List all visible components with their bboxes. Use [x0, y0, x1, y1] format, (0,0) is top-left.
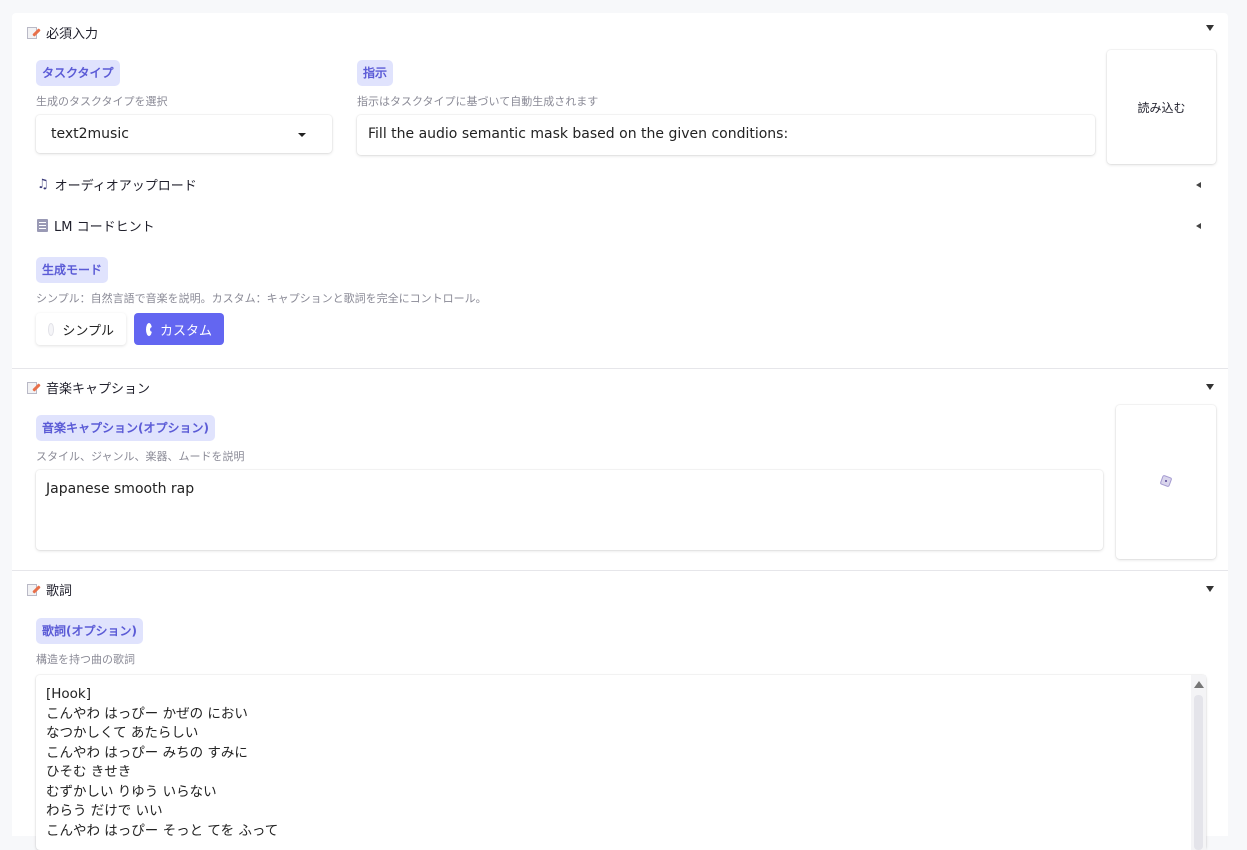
memo-icon	[27, 381, 41, 394]
mode-simple-label: シンプル	[62, 323, 114, 339]
mode-custom-radio[interactable]: カスタム	[134, 313, 224, 345]
required-input-title: 必須入力	[46, 26, 99, 42]
mode-simple-radio[interactable]: シンプル	[36, 313, 126, 345]
expand-caret-icon[interactable]	[1196, 223, 1201, 229]
music-caption-label: 音楽キャプション(オプション)	[36, 415, 215, 441]
dice-icon	[1159, 474, 1173, 488]
music-caption-value: Japanese smooth rap	[46, 481, 195, 497]
radio-on-icon	[146, 322, 155, 336]
task-type-select[interactable]: text2music	[36, 115, 332, 153]
scroll-thumb[interactable]	[1194, 695, 1203, 850]
instruction-label: 指示	[357, 60, 394, 86]
radio-off-icon	[48, 322, 55, 336]
collapse-caret-icon[interactable]	[1206, 384, 1214, 390]
lyrics-panel: 歌詞 歌詞(オプション) 構造を持つ曲の歌詞 [Hook] こんやわ はっぴー …	[12, 570, 1228, 850]
memo-icon	[27, 26, 41, 39]
lyrics-label: 歌詞(オプション)	[36, 618, 143, 644]
music-caption-input[interactable]: Japanese smooth rap	[36, 470, 1103, 550]
scroll-up-arrow-icon[interactable]	[1194, 681, 1204, 688]
required-input-header[interactable]: 必須入力	[27, 23, 99, 42]
collapse-caret-icon[interactable]	[1206, 586, 1214, 592]
instruction-field[interactable]: Fill the audio semantic mask based on th…	[357, 115, 1095, 155]
mode-custom-label: カスタム	[159, 323, 212, 339]
musical-note-icon: ♫	[37, 176, 49, 192]
lyrics-value: [Hook] こんやわ はっぴー かぜの におい なつかしくて あたらしい こん…	[46, 686, 279, 839]
dropdown-arrow-icon	[298, 133, 306, 137]
lyrics-scrollbar[interactable]	[1191, 675, 1206, 850]
lm-code-hint-title: LM コードヒント	[54, 219, 155, 235]
lyrics-header[interactable]: 歌詞	[27, 580, 73, 599]
collapse-caret-icon[interactable]	[1206, 25, 1214, 31]
expand-caret-icon[interactable]	[1196, 182, 1201, 188]
audio-upload-accordion[interactable]: ♫ オーディオアップロード	[37, 175, 197, 194]
required-input-panel: 必須入力 タスクタイプ 生成のタスクタイプを選択 text2music 指示 指…	[12, 13, 1228, 368]
instruction-hint: 指示はタスクタイプに基づいて自動生成されます	[357, 95, 599, 108]
lyrics-textarea[interactable]: [Hook] こんやわ はっぴー かぜの におい なつかしくて あたらしい こん…	[36, 675, 1206, 850]
music-caption-hint: スタイル、ジャンル、楽器、ムードを説明	[36, 450, 245, 463]
audio-upload-title: オーディオアップロード	[54, 178, 197, 194]
music-caption-title: 音楽キャプション	[46, 381, 151, 397]
generation-mode-hint: シンプル：自然言語で音楽を説明。カスタム：キャプションと歌詞を完全にコントロール…	[36, 292, 487, 305]
task-type-hint: 生成のタスクタイプを選択	[36, 95, 168, 108]
generation-mode-label: 生成モード	[36, 257, 109, 283]
load-button[interactable]: 読み込む	[1107, 50, 1216, 164]
memo-icon	[27, 583, 41, 596]
lyrics-hint: 構造を持つ曲の歌詞	[36, 653, 135, 666]
lm-code-hint-accordion[interactable]: LM コードヒント	[37, 216, 155, 235]
load-button-label: 読み込む	[1137, 100, 1186, 115]
lyrics-title: 歌詞	[46, 583, 73, 599]
music-caption-panel: 音楽キャプション 音楽キャプション(オプション) スタイル、ジャンル、楽器、ムー…	[12, 368, 1228, 570]
musical-score-icon	[37, 218, 48, 232]
task-type-value: text2music	[51, 126, 129, 142]
instruction-value: Fill the audio semantic mask based on th…	[368, 126, 789, 142]
task-type-label: タスクタイプ	[36, 60, 120, 86]
random-caption-button[interactable]	[1116, 405, 1216, 559]
music-caption-header[interactable]: 音楽キャプション	[27, 378, 151, 397]
